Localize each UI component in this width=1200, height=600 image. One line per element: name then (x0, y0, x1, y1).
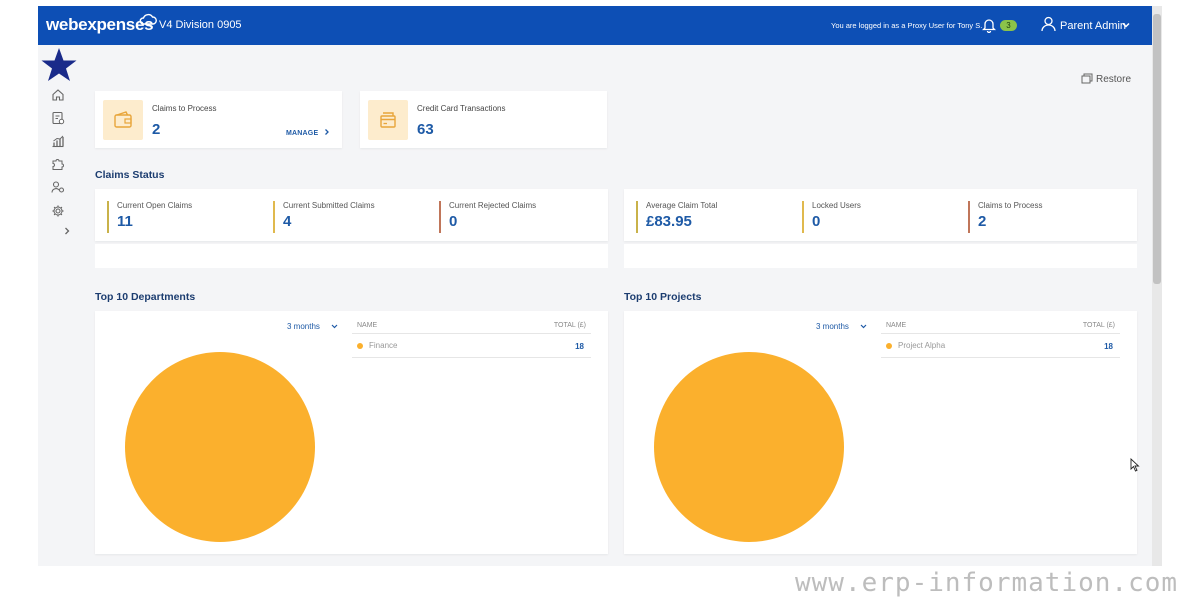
stat-claims-to-process[interactable]: Claims to Process 2 (968, 201, 1042, 233)
restore-icon (1081, 73, 1093, 84)
chevron-right-icon (325, 129, 330, 135)
departments-table: NAME TOTAL (£) Finance 18 (352, 320, 591, 360)
app-window: webexpenses V4 Division 0905 You are log… (38, 6, 1162, 566)
puzzle-icon[interactable] (51, 157, 65, 171)
claims-status-left-card: Current Open Claims 11 Current Submitted… (95, 189, 608, 241)
division-name: V4 Division 0905 (159, 19, 242, 31)
departments-pie-chart (125, 352, 315, 542)
table-header: NAME TOTAL (£) (881, 320, 1120, 334)
stat-value: 4 (283, 213, 292, 230)
projects-pie-chart (654, 352, 844, 542)
departments-panel: 3 months NAME TOTAL (£) Finance 18 (95, 311, 608, 554)
row-name: Finance (369, 341, 398, 350)
credit-card-transactions-card[interactable]: Credit Card Transactions 63 (360, 91, 607, 148)
stat-label: Claims to Process (978, 201, 1043, 210)
row-name: Project Alpha (898, 341, 946, 350)
claims-to-process-card[interactable]: Claims to Process 2 MANAGE (95, 91, 342, 148)
stat-value: £83.95 (646, 213, 692, 230)
stat-label: Average Claim Total (646, 201, 718, 210)
projects-table: NAME TOTAL (£) Project Alpha 18 (881, 320, 1120, 360)
pie-slice-finance[interactable] (125, 352, 315, 542)
cloud-icon (139, 13, 157, 25)
restore-button[interactable]: Restore (1081, 73, 1131, 85)
credit-card-icon (380, 112, 396, 128)
scroll-thumb[interactable] (1153, 14, 1161, 284)
stat-label: Current Submitted Claims (283, 201, 375, 210)
chevron-down-icon[interactable] (1122, 21, 1130, 29)
projects-title: Top 10 Projects (624, 291, 702, 303)
column-total: TOTAL (£) (1082, 322, 1115, 329)
table-row[interactable]: Project Alpha 18 (881, 336, 1120, 358)
range-label: 3 months (816, 322, 849, 331)
watermark-text: www.erp-information.com (795, 568, 1179, 598)
proxy-notice: You are logged in as a Proxy User for To… (831, 21, 983, 30)
claims-status-title: Claims Status (95, 169, 165, 181)
card-icon-box (368, 100, 408, 140)
gear-icon[interactable] (51, 204, 65, 218)
row-total: 18 (575, 342, 584, 351)
legend-dot (357, 343, 363, 349)
summary-value: 2 (152, 121, 161, 138)
table-row[interactable]: Finance 18 (352, 336, 591, 358)
stat-value: 2 (978, 213, 987, 230)
mouse-cursor-icon (1130, 458, 1140, 472)
stat-value: 0 (449, 213, 458, 230)
column-name: NAME (357, 322, 378, 329)
range-label: 3 months (287, 322, 320, 331)
wallet-icon (114, 111, 132, 128)
brand-logo[interactable]: webexpenses (46, 15, 154, 35)
stat-submitted-claims[interactable]: Current Submitted Claims 4 (273, 201, 375, 233)
projects-panel: 3 months NAME TOTAL (£) Project Alpha 18 (624, 311, 1137, 554)
manage-link[interactable]: MANAGE (286, 128, 331, 137)
claims-status-right-card: Average Claim Total £83.95 Locked Users … (624, 189, 1137, 241)
chevron-right-icon[interactable] (63, 226, 71, 236)
star-icon (41, 48, 77, 81)
claims-status-left-footer (95, 244, 608, 268)
stat-average-claim-total[interactable]: Average Claim Total £83.95 (636, 201, 717, 233)
home-icon[interactable] (51, 88, 65, 102)
stat-rejected-claims[interactable]: Current Rejected Claims 0 (439, 201, 536, 233)
chevron-down-icon (860, 324, 867, 329)
claims-status-right-footer (624, 244, 1137, 268)
restore-label: Restore (1096, 74, 1132, 85)
stat-value: 11 (117, 213, 133, 230)
bell-icon[interactable] (982, 17, 996, 33)
summary-title: Claims to Process (152, 104, 217, 113)
stat-label: Locked Users (812, 201, 861, 210)
pie-slice-project-alpha[interactable] (654, 352, 844, 542)
summary-title: Credit Card Transactions (417, 104, 506, 113)
stat-locked-users[interactable]: Locked Users 0 (802, 201, 861, 233)
stat-value: 0 (812, 213, 821, 230)
user-icon[interactable] (1041, 16, 1056, 32)
manage-label: MANAGE (286, 130, 319, 137)
top-bar: webexpenses V4 Division 0905 You are log… (38, 6, 1152, 45)
reports-icon[interactable] (51, 134, 65, 148)
notification-badge[interactable]: 3 (1000, 20, 1017, 31)
column-total: TOTAL (£) (553, 322, 586, 329)
summary-value: 63 (417, 121, 434, 138)
vertical-scrollbar[interactable] (1152, 6, 1162, 566)
user-menu-button[interactable]: Parent Admin (1060, 20, 1126, 32)
stat-label: Current Rejected Claims (449, 201, 537, 210)
legend-dot (886, 343, 892, 349)
stat-open-claims[interactable]: Current Open Claims 11 (107, 201, 192, 233)
departments-title: Top 10 Departments (95, 291, 196, 303)
table-header: NAME TOTAL (£) (352, 320, 591, 334)
chevron-down-icon (331, 324, 338, 329)
column-name: NAME (886, 322, 907, 329)
users-settings-icon[interactable] (51, 180, 65, 194)
stat-label: Current Open Claims (117, 201, 193, 210)
claims-icon[interactable] (51, 111, 65, 125)
row-total: 18 (1104, 342, 1113, 351)
wallet-icon-box (103, 100, 143, 140)
